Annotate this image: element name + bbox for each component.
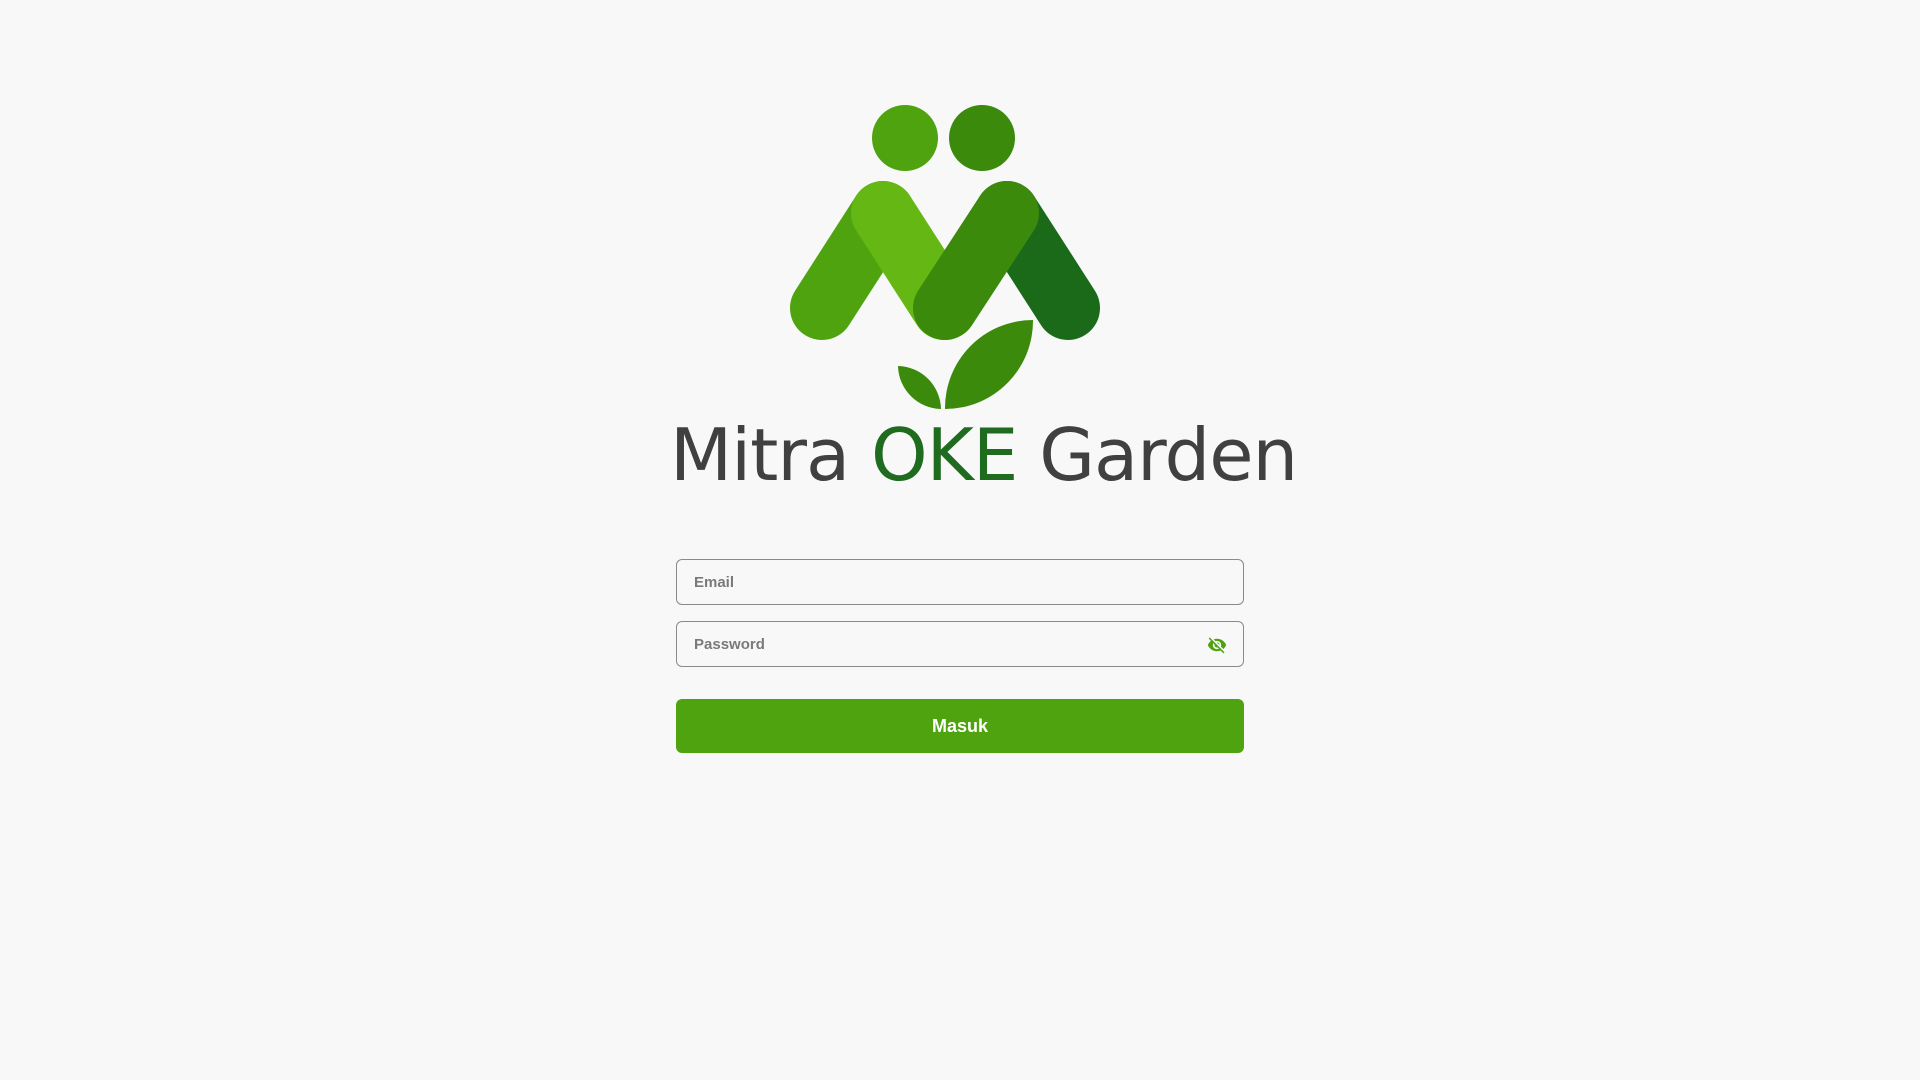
password-field[interactable] bbox=[677, 622, 1243, 666]
email-field-wrapper bbox=[676, 559, 1244, 605]
brand-name-accent: OKE bbox=[870, 413, 1018, 497]
login-form: Masuk bbox=[676, 559, 1244, 753]
eye-off-icon[interactable] bbox=[1207, 635, 1227, 655]
login-page: Mitra OKE Garden Masuk bbox=[0, 0, 1920, 1080]
brand-title: Mitra OKE Garden bbox=[670, 410, 1298, 500]
brand-name-part2: Garden bbox=[1017, 413, 1298, 497]
logo-icon bbox=[790, 105, 1100, 410]
email-field[interactable] bbox=[677, 560, 1243, 604]
login-button[interactable]: Masuk bbox=[676, 699, 1244, 753]
password-field-wrapper bbox=[676, 621, 1244, 667]
brand-name-part1: Mitra bbox=[670, 413, 871, 497]
